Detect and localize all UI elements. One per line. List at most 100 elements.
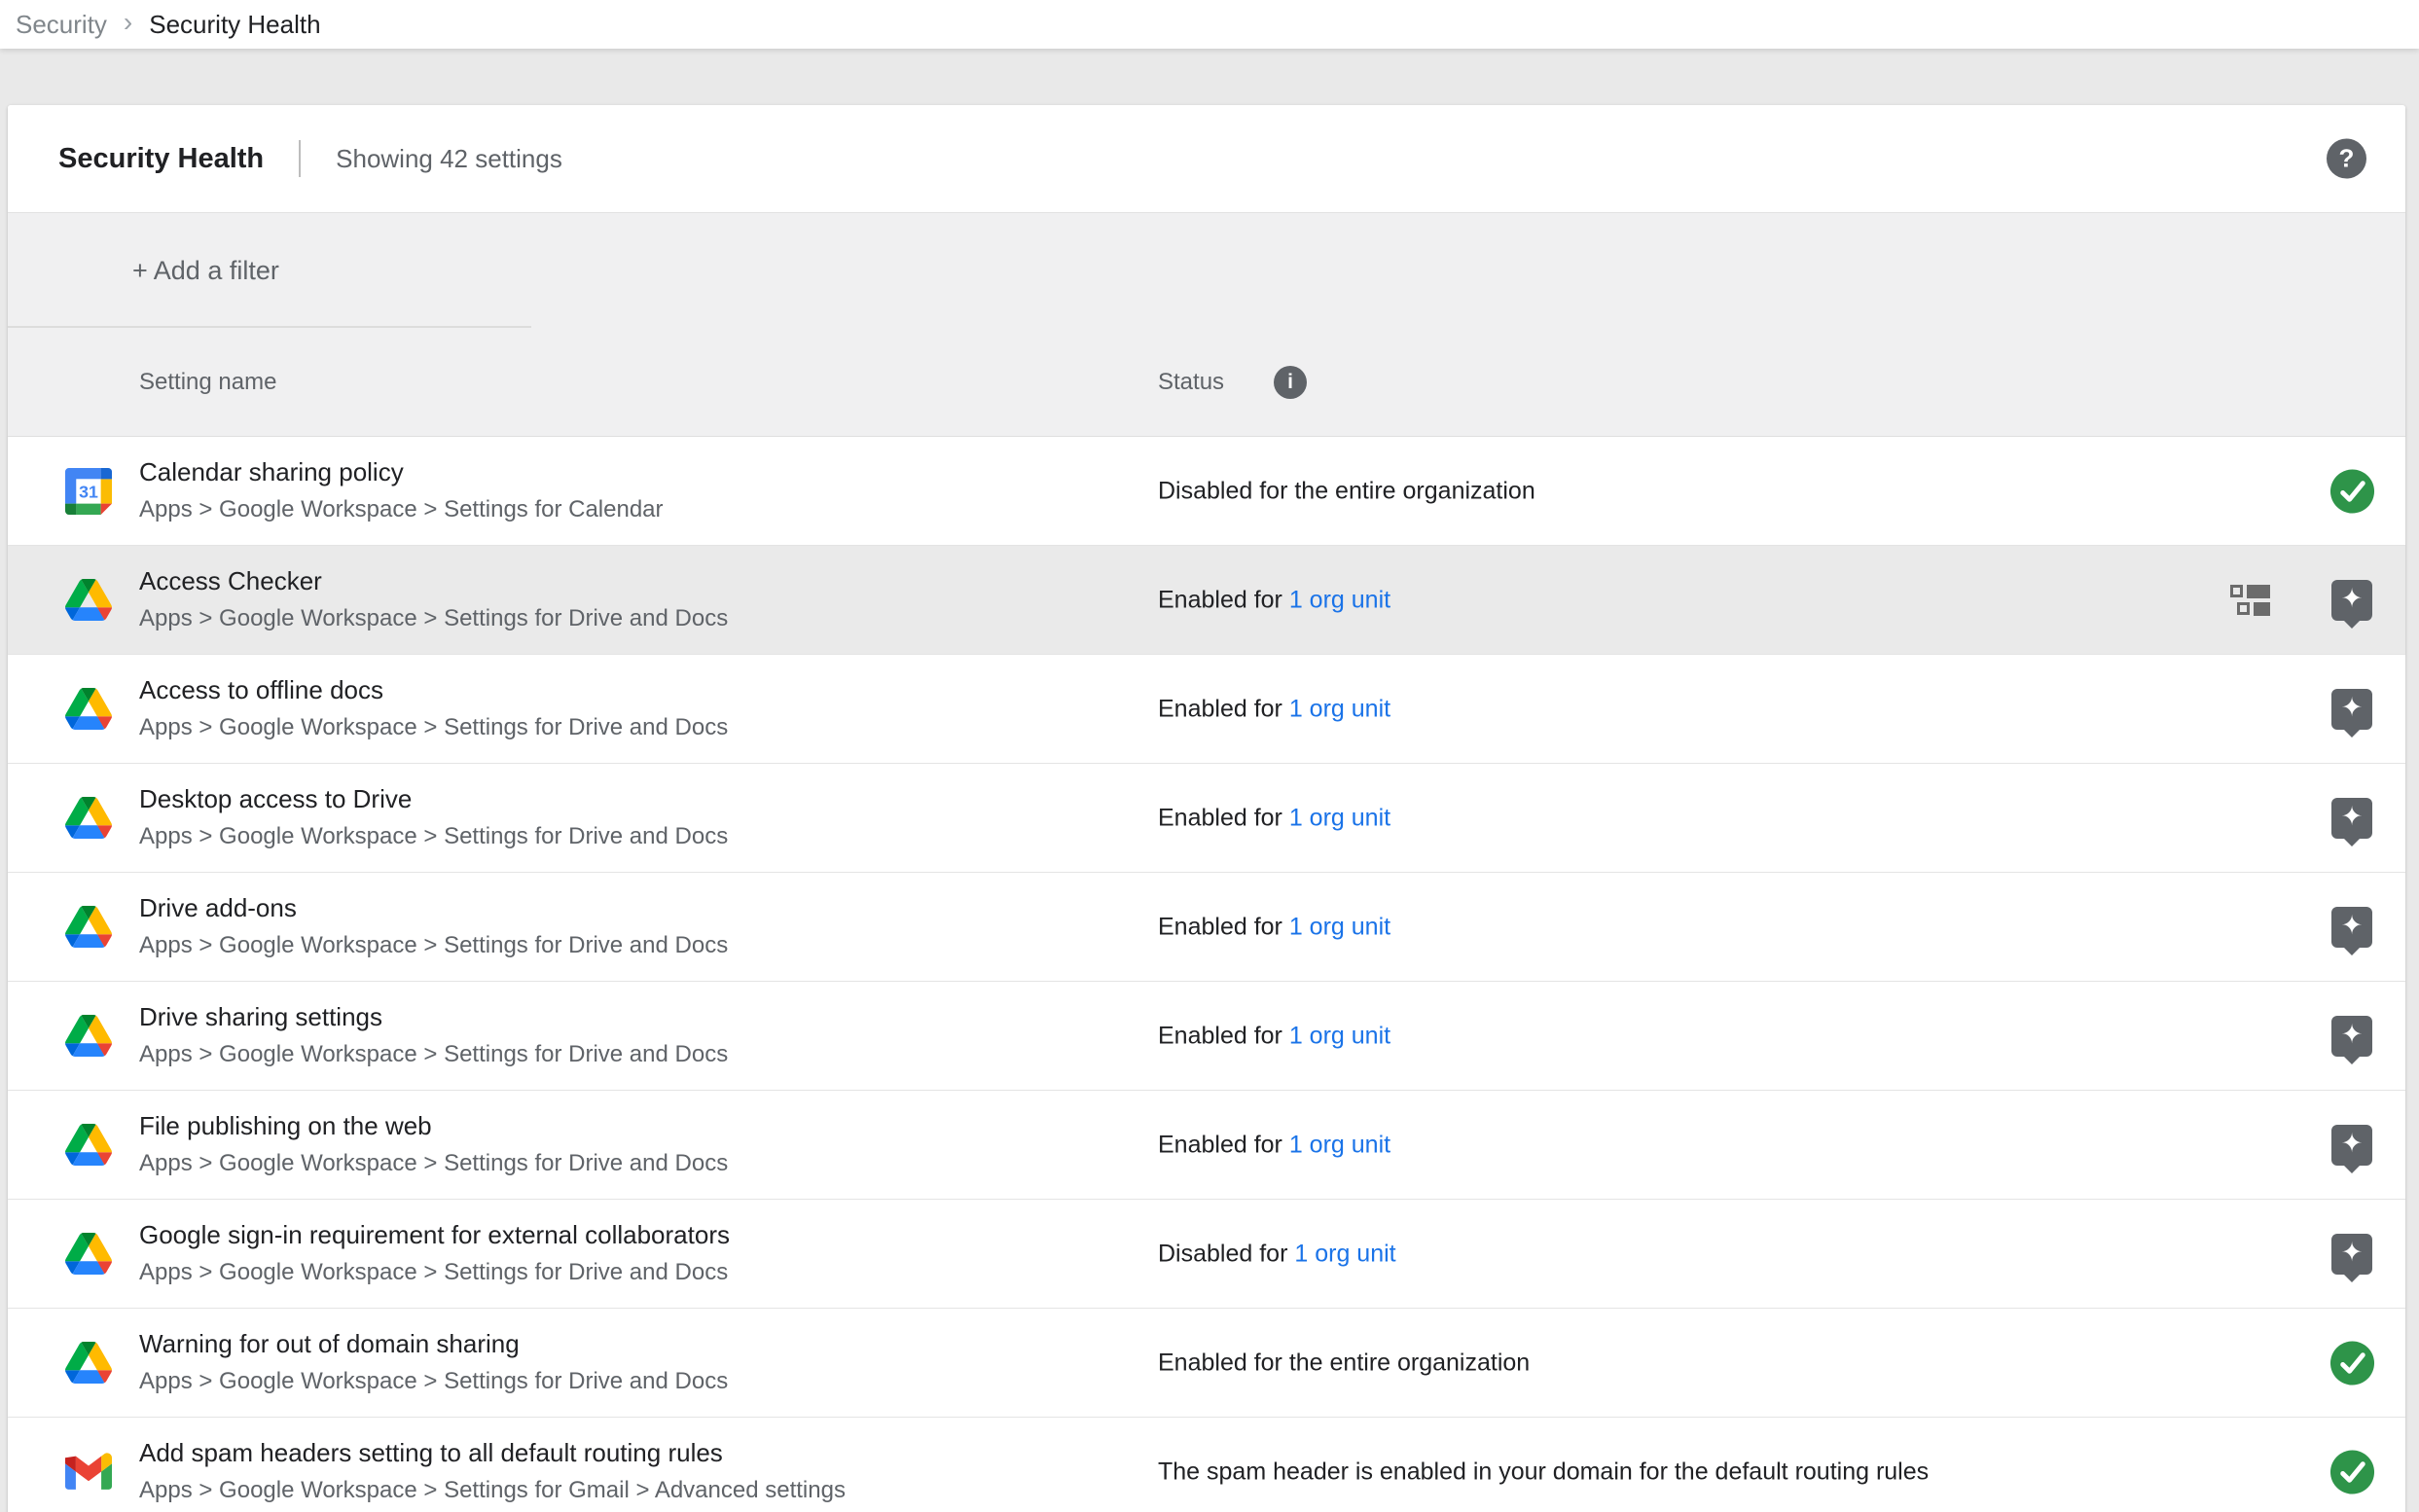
- setting-title: Calendar sharing policy: [139, 458, 664, 487]
- setting-status: Enabled for the entire organization: [1158, 1349, 1530, 1377]
- breadcrumb-current: Security Health: [149, 10, 320, 40]
- filter-icon[interactable]: [53, 262, 91, 279]
- setting-name-cell: Access to offline docs Apps > Google Wor…: [139, 676, 747, 741]
- setting-name-cell: File publishing on the web Apps > Google…: [139, 1112, 747, 1177]
- setting-name-cell: Google sign-in requirement for external …: [139, 1221, 749, 1286]
- help-icon[interactable]: ?: [2327, 139, 2366, 179]
- status-info-icon[interactable]: i: [1274, 366, 1307, 399]
- setting-status: Enabled for 1 org unit: [1158, 586, 1390, 614]
- status-text: Enabled for: [1158, 804, 1289, 831]
- setting-path: Apps > Google Workspace > Settings for D…: [139, 714, 728, 741]
- page-background: Security Health Showing 42 settings ? + …: [0, 49, 2419, 1512]
- setting-status: Enabled for 1 org unit: [1158, 695, 1390, 723]
- status-text: Enabled for: [1158, 913, 1289, 940]
- setting-title: Access to offline docs: [139, 676, 728, 705]
- setting-name-cell: Access Checker Apps > Google Workspace >…: [139, 567, 747, 632]
- setting-status: Enabled for 1 org unit: [1158, 1131, 1390, 1159]
- status-text: The spam header is enabled in your domai…: [1158, 1458, 1929, 1485]
- status-text: Enabled for: [1158, 695, 1289, 722]
- status-text: Enabled for: [1158, 586, 1289, 613]
- status-text: Disabled for the entire organization: [1158, 477, 1535, 504]
- setting-title: Warning for out of domain sharing: [139, 1330, 728, 1359]
- setting-path: Apps > Google Workspace > Settings for D…: [139, 1041, 728, 1068]
- setting-name-cell: Warning for out of domain sharing Apps >…: [139, 1330, 747, 1395]
- gmail-icon: [64, 1448, 113, 1496]
- setting-status: Enabled for 1 org unit: [1158, 913, 1390, 941]
- watchlist-flag-icon[interactable]: ✦: [2328, 798, 2376, 839]
- table-row[interactable]: Desktop access to Drive Apps > Google Wo…: [8, 764, 2405, 873]
- org-unit-link[interactable]: 1 org unit: [1294, 1240, 1395, 1267]
- org-unit-link[interactable]: 1 org unit: [1289, 586, 1390, 613]
- drive-icon: [64, 1230, 113, 1278]
- setting-title: Google sign-in requirement for external …: [139, 1221, 730, 1250]
- status-text: Enabled for the entire organization: [1158, 1349, 1530, 1376]
- org-unit-link[interactable]: 1 org unit: [1289, 913, 1390, 940]
- filter-bar: + Add a filter: [8, 213, 2405, 328]
- table-row[interactable]: Access Checker Apps > Google Workspace >…: [8, 546, 2405, 655]
- setting-path: Apps > Google Workspace > Settings for D…: [139, 932, 728, 959]
- setting-name-cell: Calendar sharing policy Apps > Google Wo…: [139, 458, 683, 523]
- org-unit-link[interactable]: 1 org unit: [1289, 1131, 1390, 1158]
- watchlist-flag-icon[interactable]: ✦: [2328, 689, 2376, 730]
- setting-status: Enabled for 1 org unit: [1158, 1022, 1390, 1050]
- table-row[interactable]: Google sign-in requirement for external …: [8, 1200, 2405, 1309]
- page-title: Security Health: [58, 143, 264, 175]
- watchlist-flag-icon[interactable]: ✦: [2328, 1125, 2376, 1166]
- settings-table-body: 31 Calendar sharing policy Apps > Google…: [8, 437, 2405, 1512]
- status-text: Enabled for: [1158, 1131, 1289, 1158]
- table-row[interactable]: 31 Calendar sharing policy Apps > Google…: [8, 437, 2405, 546]
- setting-path: Apps > Google Workspace > Settings for D…: [139, 1368, 728, 1395]
- setting-title: Drive sharing settings: [139, 1003, 728, 1032]
- column-header-setting-name: Setting name: [139, 369, 276, 396]
- setting-title: Drive add-ons: [139, 894, 728, 923]
- table-row[interactable]: Drive add-ons Apps > Google Workspace > …: [8, 873, 2405, 982]
- status-text: Enabled for: [1158, 1022, 1289, 1049]
- setting-title: Add spam headers setting to all default …: [139, 1439, 846, 1468]
- watchlist-flag-icon[interactable]: ✦: [2328, 580, 2376, 621]
- table-row[interactable]: Access to offline docs Apps > Google Wor…: [8, 655, 2405, 764]
- table-row[interactable]: Warning for out of domain sharing Apps >…: [8, 1309, 2405, 1418]
- setting-name-cell: Add spam headers setting to all default …: [139, 1439, 865, 1504]
- status-ok-icon: [2328, 468, 2376, 514]
- drive-icon: [64, 794, 113, 843]
- breadcrumb: Security › Security Health: [0, 0, 2419, 49]
- org-unit-link[interactable]: 1 org unit: [1289, 804, 1390, 831]
- org-unit-link[interactable]: 1 org unit: [1289, 1022, 1390, 1049]
- drive-icon: [64, 576, 113, 625]
- setting-path: Apps > Google Workspace > Settings for C…: [139, 496, 664, 523]
- calendar-icon: 31: [64, 467, 113, 516]
- add-filter-button[interactable]: + Add a filter: [132, 256, 279, 286]
- status-ok-icon: [2328, 1449, 2376, 1494]
- setting-name-cell: Drive sharing settings Apps > Google Wor…: [139, 1003, 747, 1068]
- drive-icon: [64, 903, 113, 952]
- watchlist-flag-icon[interactable]: ✦: [2328, 1234, 2376, 1275]
- setting-title: Desktop access to Drive: [139, 785, 728, 814]
- watchlist-flag-icon[interactable]: ✦: [2328, 1016, 2376, 1057]
- org-unit-link[interactable]: 1 org unit: [1289, 695, 1390, 722]
- card-header: Security Health Showing 42 settings ?: [8, 105, 2405, 213]
- drive-icon: [64, 1339, 113, 1387]
- drive-icon: [64, 1121, 113, 1170]
- breadcrumb-chevron-icon: ›: [124, 7, 132, 38]
- table-row[interactable]: File publishing on the web Apps > Google…: [8, 1091, 2405, 1200]
- setting-title: File publishing on the web: [139, 1112, 728, 1141]
- watchlist-flag-icon[interactable]: ✦: [2328, 907, 2376, 948]
- org-units-applied-icon: [2230, 585, 2270, 616]
- column-header-status: Status: [1158, 369, 1224, 396]
- setting-path: Apps > Google Workspace > Settings for D…: [139, 605, 728, 632]
- setting-title: Access Checker: [139, 567, 728, 596]
- drive-icon: [64, 685, 113, 734]
- title-divider: [299, 140, 301, 177]
- status-ok-icon: [2328, 1340, 2376, 1386]
- setting-name-cell: Drive add-ons Apps > Google Workspace > …: [139, 894, 747, 959]
- status-text: Disabled for: [1158, 1240, 1294, 1267]
- table-row[interactable]: Drive sharing settings Apps > Google Wor…: [8, 982, 2405, 1091]
- table-header: Setting name Status i: [8, 328, 2405, 437]
- security-health-card: Security Health Showing 42 settings ? + …: [8, 105, 2405, 1512]
- svg-text:31: 31: [79, 482, 98, 501]
- setting-path: Apps > Google Workspace > Settings for D…: [139, 1259, 730, 1286]
- table-row[interactable]: Add spam headers setting to all default …: [8, 1418, 2405, 1512]
- setting-name-cell: Desktop access to Drive Apps > Google Wo…: [139, 785, 747, 850]
- setting-path: Apps > Google Workspace > Settings for D…: [139, 823, 728, 850]
- breadcrumb-parent-link[interactable]: Security: [16, 10, 107, 40]
